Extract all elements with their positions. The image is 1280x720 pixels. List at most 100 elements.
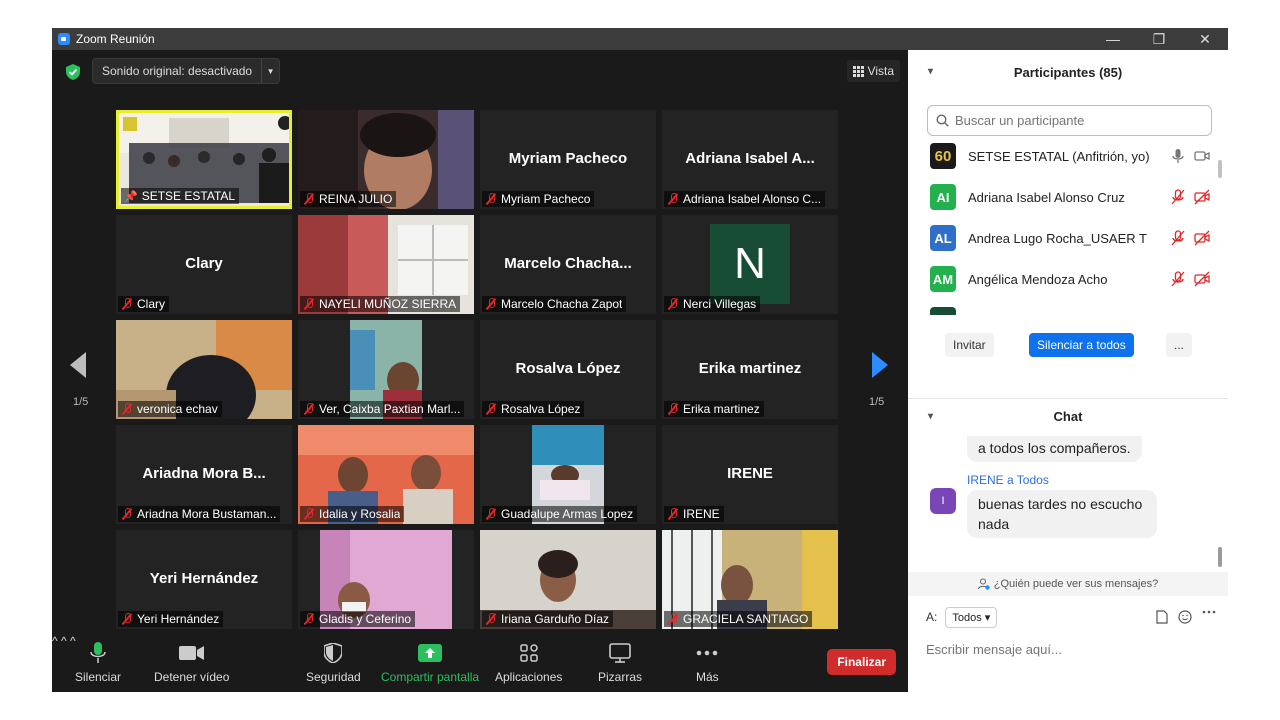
- pin-icon: 📌: [124, 190, 138, 203]
- chat-message-input[interactable]: [926, 637, 1216, 661]
- close-button[interactable]: ✕: [1182, 28, 1228, 50]
- participant-row[interactable]: AM Angélica Mendoza Acho: [930, 266, 1210, 292]
- participant-search-box[interactable]: [927, 105, 1212, 136]
- video-tile[interactable]: REINA JULIO: [298, 110, 474, 209]
- microphone-muted-icon[interactable]: [1170, 271, 1186, 287]
- participant-display-name: Adriana Isabel A...: [685, 150, 815, 167]
- meeting-area: Sonido original: desactivado ▼ Vista 1/5…: [52, 50, 908, 692]
- original-sound-button[interactable]: Sonido original: desactivado ▼: [92, 58, 281, 84]
- emoji-icon[interactable]: [1178, 610, 1192, 624]
- video-tile[interactable]: veronica echav: [116, 320, 292, 419]
- video-tile[interactable]: IRENE IRENE: [662, 425, 838, 524]
- security-label: Seguridad: [306, 670, 361, 684]
- video-tile[interactable]: Ver, Caixba Paxtian Marl...: [298, 320, 474, 419]
- participant-name-label: Erika martinez: [664, 401, 764, 417]
- participant-name: SETSE ESTATAL (Anfitrión, yo): [968, 148, 1150, 164]
- microphone-muted-icon[interactable]: [1170, 189, 1186, 205]
- mute-label: Silenciar: [75, 670, 122, 684]
- video-off-icon[interactable]: [1194, 189, 1210, 205]
- microphone-muted-icon: [303, 508, 315, 520]
- minimize-button[interactable]: —: [1090, 28, 1136, 50]
- video-tile[interactable]: Yeri Hernández Yeri Hernández: [116, 530, 292, 629]
- microphone-muted-icon: [485, 613, 497, 625]
- participant-row[interactable]: 60 SETSE ESTATAL (Anfitrión, yo): [930, 143, 1210, 169]
- microphone-muted-icon[interactable]: [1170, 230, 1186, 246]
- video-tile[interactable]: Gladis y Ceferino: [298, 530, 474, 629]
- video-off-icon[interactable]: [1194, 271, 1210, 287]
- video-tile[interactable]: Idalia y Rosalia: [298, 425, 474, 524]
- chevron-down-icon[interactable]: ▾: [928, 411, 933, 422]
- participant-row[interactable]: AI Adriana Isabel Alonso Cruz: [930, 184, 1210, 210]
- video-tile[interactable]: 📌 SETSE ESTATAL: [116, 110, 292, 209]
- more-dots-icon: [696, 642, 718, 664]
- participant-name-label: IRENE: [664, 506, 724, 522]
- recipient-dropdown[interactable]: Todos ▾: [945, 606, 998, 628]
- participant-row-partial[interactable]: [930, 307, 1210, 315]
- video-tile[interactable]: Iriana Garduño Díaz: [480, 530, 656, 629]
- chat-scrollbar[interactable]: [1218, 547, 1222, 567]
- whiteboards-button[interactable]: Pizarras: [598, 642, 642, 684]
- video-tile[interactable]: Adriana Isabel A... Adriana Isabel Alons…: [662, 110, 838, 209]
- apps-button[interactable]: Aplicaciones: [495, 642, 562, 684]
- view-button[interactable]: Vista: [846, 60, 900, 82]
- chat-message-bubble: buenas tardes no escucho nada: [967, 490, 1157, 538]
- microphone-icon[interactable]: [1170, 148, 1186, 164]
- participant-name-label: Myriam Pacheco: [482, 191, 595, 207]
- participant-row[interactable]: AL Andrea Lugo Rocha_USAER T: [930, 225, 1210, 251]
- chevron-up-icon[interactable]: ^: [61, 634, 67, 648]
- whiteboard-icon: [609, 642, 631, 664]
- video-tile[interactable]: Clary Clary: [116, 215, 292, 314]
- apps-icon: [519, 642, 538, 664]
- restore-button[interactable]: ❐: [1136, 28, 1182, 50]
- chevron-down-icon[interactable]: ▾: [928, 66, 933, 77]
- participant-display-name: Rosalva López: [515, 360, 621, 377]
- security-button[interactable]: Seguridad: [306, 642, 361, 684]
- participant-name-label: NAYELI MUÑOZ SIERRA: [300, 296, 461, 312]
- participant-list-scrollbar[interactable]: [1218, 160, 1222, 178]
- file-icon[interactable]: [1156, 610, 1168, 624]
- video-tile[interactable]: GRACIELA SANTIAGO: [662, 530, 838, 629]
- grid-view-icon: [852, 65, 864, 77]
- security-shield-icon[interactable]: [66, 64, 80, 80]
- page-indicator-left: 1/5: [73, 396, 89, 408]
- original-sound-label: Sonido original: desactivado: [102, 64, 253, 78]
- more-options-button[interactable]: ...: [1166, 333, 1193, 357]
- video-tile[interactable]: Myriam Pacheco Myriam Pacheco: [480, 110, 656, 209]
- participant-avatar: AL: [930, 225, 956, 251]
- end-meeting-button[interactable]: Finalizar: [827, 649, 896, 675]
- who-can-see-messages[interactable]: ¿Quién puede ver sus mensajes?: [908, 572, 1228, 596]
- microphone-muted-icon: [121, 298, 133, 310]
- video-camera-icon: [178, 642, 205, 664]
- participants-header: ▾ Participantes (85): [908, 50, 1228, 94]
- previous-page-arrow-icon[interactable]: [68, 350, 88, 380]
- video-off-icon[interactable]: [1194, 230, 1210, 246]
- chevron-down-icon[interactable]: ▼: [261, 59, 279, 83]
- participant-display-name: Clary: [185, 255, 223, 272]
- mute-all-button[interactable]: Silenciar a todos: [1029, 333, 1134, 357]
- video-camera-icon[interactable]: [1194, 148, 1210, 164]
- video-tile[interactable]: Marcelo Chacha... Marcelo Chacha Zapot: [480, 215, 656, 314]
- divider: [908, 398, 1228, 399]
- share-screen-button[interactable]: Compartir pantalla: [381, 642, 479, 684]
- participant-name: Andrea Lugo Rocha_USAER T: [968, 230, 1147, 246]
- video-tile[interactable]: Erika martinez Erika martinez: [662, 320, 838, 419]
- participant-actions: Invitar Silenciar a todos ...: [908, 333, 1228, 361]
- microphone-muted-icon: [667, 613, 679, 625]
- microphone-muted-icon: [303, 298, 315, 310]
- stop-video-button[interactable]: Detener vídeo: [154, 642, 229, 684]
- mute-button[interactable]: Silenciar: [75, 642, 121, 684]
- chat-header: ▾ Chat: [908, 401, 1228, 431]
- more-button[interactable]: Más: [696, 642, 719, 684]
- video-tile[interactable]: Rosalva López Rosalva López: [480, 320, 656, 419]
- microphone-muted-icon: [121, 403, 133, 415]
- video-tile[interactable]: Guadalupe Armas Lopez: [480, 425, 656, 524]
- participant-search-input[interactable]: [955, 113, 1195, 128]
- invite-button[interactable]: Invitar: [945, 333, 994, 357]
- video-tile[interactable]: Ariadna Mora B... Ariadna Mora Bustaman.…: [116, 425, 292, 524]
- video-tile[interactable]: N Nerci Villegas: [662, 215, 838, 314]
- next-page-arrow-icon[interactable]: [870, 350, 890, 380]
- title-bar: Zoom Reunión — ❐ ✕: [52, 28, 1228, 50]
- more-dots-icon[interactable]: [1202, 610, 1216, 614]
- chevron-up-icon[interactable]: ^: [52, 634, 58, 648]
- video-tile[interactable]: NAYELI MUÑOZ SIERRA: [298, 215, 474, 314]
